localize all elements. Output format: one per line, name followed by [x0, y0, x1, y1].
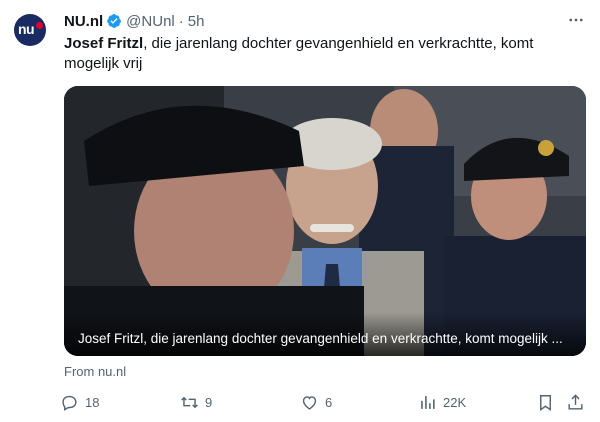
media-caption: Josef Fritzl, die jarenlang dochter geva…	[78, 331, 563, 346]
views-chart-icon	[421, 395, 435, 409]
bookmark-button[interactable]	[536, 390, 555, 414]
tweet-header: NU.nl @NUnl · 5h	[64, 11, 204, 31]
display-name[interactable]: NU.nl	[64, 13, 103, 30]
media-caption-overlay: Josef Fritzl, die jarenlang dochter geva…	[64, 312, 586, 356]
tweet-text: Josef Fritzl, die jarenlang dochter geva…	[64, 34, 579, 74]
avatar[interactable]: nu	[14, 14, 46, 46]
more-dots-icon	[569, 18, 583, 22]
tweet-bold-name: Josef Fritzl	[64, 35, 144, 52]
timestamp[interactable]: 5h	[188, 13, 205, 30]
link-source[interactable]: From nu.nl	[64, 364, 126, 379]
nu-logo-icon	[36, 22, 43, 29]
retweet-button[interactable]: 9	[180, 390, 212, 414]
like-count: 6	[325, 394, 333, 410]
action-bar: 18 9 6 22K	[60, 390, 590, 414]
like-button[interactable]: 6	[300, 390, 332, 414]
reply-count: 18	[85, 394, 100, 410]
retweet-count: 9	[205, 394, 213, 410]
views-count: 22K	[443, 394, 467, 410]
bookmark-icon	[540, 394, 551, 411]
share-icon	[568, 393, 583, 410]
media-image[interactable]: Josef Fritzl, die jarenlang dochter geva…	[64, 86, 586, 356]
more-options-button[interactable]	[562, 10, 590, 30]
views-button[interactable]: 22K	[418, 390, 466, 414]
verified-badge-icon	[107, 14, 122, 28]
reply-button[interactable]: 18	[60, 390, 99, 414]
reply-icon	[62, 395, 77, 411]
heart-icon	[302, 395, 317, 410]
user-handle[interactable]: @NUnl	[126, 13, 175, 30]
share-button[interactable]	[566, 390, 585, 414]
separator-dot: ·	[178, 12, 184, 30]
retweet-icon	[181, 396, 198, 408]
avatar-logo-text: nu	[18, 21, 35, 37]
